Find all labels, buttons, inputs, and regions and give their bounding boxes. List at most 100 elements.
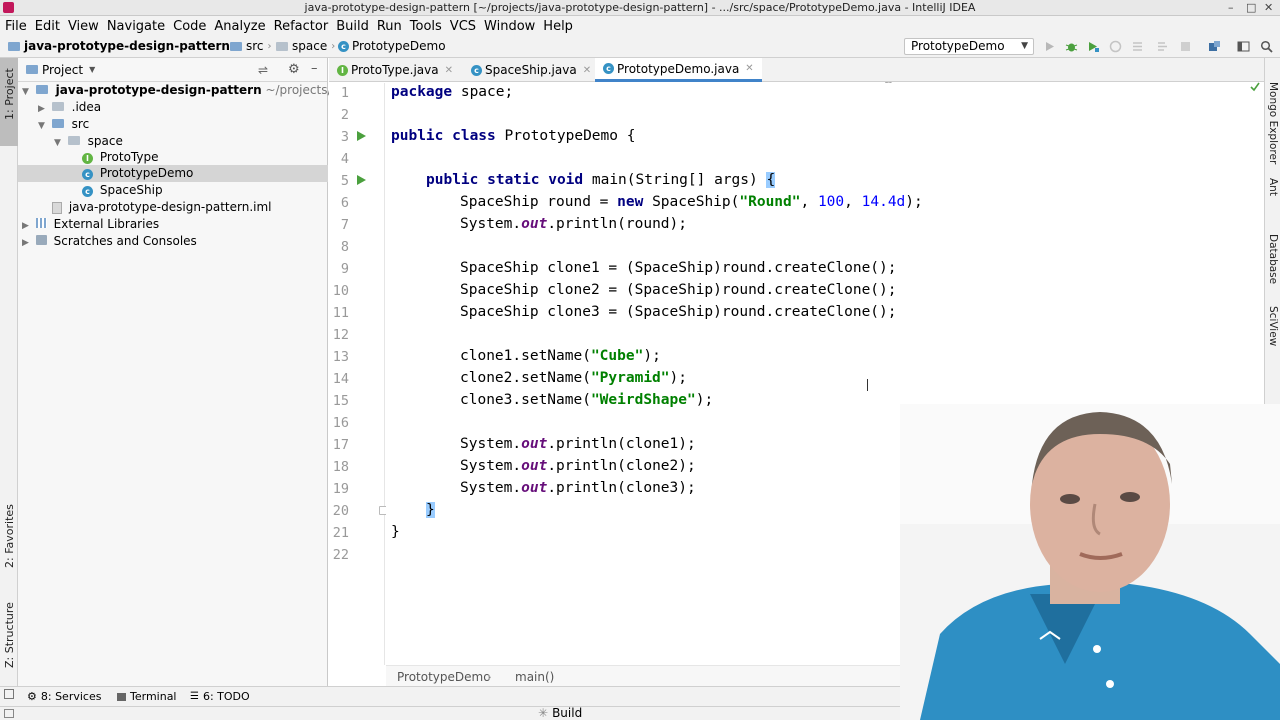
presenter-video-image — [900, 404, 1280, 720]
mongo-explorer-tool-tab[interactable]: Mongo Explorer — [1267, 82, 1279, 164]
tab-label: SpaceShip.java — [485, 63, 577, 77]
tab-prototypedemo-java[interactable]: c PrototypeDemo.java ✕ — [595, 58, 762, 82]
structure-tool-tab[interactable]: Z: Structure — [3, 602, 16, 668]
chevron-right-icon: › — [487, 670, 492, 684]
menu-run[interactable]: Run — [377, 19, 402, 34]
todo-label: 6: TODO — [202, 690, 250, 703]
close-tab-icon[interactable]: ✕ — [583, 65, 591, 76]
package-icon — [276, 41, 288, 51]
line-number: 1 — [340, 85, 349, 101]
code-line-5: public static void main(String[] args) { — [426, 172, 776, 188]
database-tool-tab[interactable]: Database — [1267, 234, 1279, 284]
code-line-19: System.out.println(clone3); — [460, 480, 696, 496]
status-toggle-icon[interactable] — [4, 709, 14, 718]
menu-help[interactable]: Help — [543, 19, 573, 34]
menu-build[interactable]: Build — [336, 19, 369, 34]
menu-window[interactable]: Window — [484, 19, 535, 34]
nav-crumb-space[interactable]: space › — [276, 39, 339, 53]
tree-item-src[interactable]: ▼ src — [18, 116, 328, 133]
project-panel-title[interactable]: Project — [42, 63, 83, 77]
code-text: ); — [669, 370, 687, 386]
terminal-tool-tab[interactable]: Terminal — [117, 690, 177, 703]
close-tab-icon[interactable]: ✕ — [745, 63, 753, 74]
tree-item-space[interactable]: ▼ space — [18, 133, 328, 150]
nav-crumb-project[interactable]: java-prototype-design-pattern › — [8, 39, 242, 53]
sciview-tool-tab[interactable]: SciView — [1267, 306, 1279, 346]
menu-analyze[interactable]: Analyze — [214, 19, 265, 34]
services-tool-tab[interactable]: ⚙ 8: Services — [27, 690, 101, 703]
code-text: System. — [460, 458, 522, 474]
attach-debugger-icon[interactable] — [1156, 40, 1169, 53]
menu-vcs[interactable]: VCS — [450, 19, 476, 34]
tab-prototype-java[interactable]: I ProtoType.java ✕ — [329, 58, 461, 82]
maximize-button[interactable]: □ — [1246, 1, 1256, 14]
profile-icon[interactable] — [1109, 40, 1122, 53]
run-main-gutter-icon[interactable] — [357, 175, 366, 185]
menu-navigate[interactable]: Navigate — [107, 19, 165, 34]
scratches-icon — [35, 235, 47, 245]
collapse-all-icon[interactable]: ⇌ — [258, 63, 268, 77]
minimize-button[interactable]: – — [1228, 1, 1234, 14]
run-configuration-select[interactable]: PrototypeDemo ▼ — [904, 38, 1034, 55]
stop-icon[interactable] — [1179, 40, 1192, 53]
tab-label: ProtoType.java — [351, 63, 439, 77]
menu-code[interactable]: Code — [173, 19, 206, 34]
dropdown-arrow-icon[interactable]: ▼ — [89, 65, 95, 74]
code-line-11: SpaceShip clone3 = (SpaceShip)round.crea… — [460, 304, 897, 320]
menu-edit[interactable]: Edit — [35, 19, 60, 34]
line-number: 6 — [340, 195, 349, 211]
debug-icon[interactable] — [1065, 40, 1078, 53]
project-panel: Project ▼ ⇌ ⚙ – ▼ java-prototype-design-… — [18, 58, 332, 686]
line-number: 10 — [332, 283, 349, 299]
code-text: ); — [905, 194, 923, 210]
menu-file[interactable]: File — [5, 19, 27, 34]
tree-item-external-libraries[interactable]: ▶ External Libraries — [18, 216, 328, 233]
ant-tool-tab[interactable]: Ant — [1267, 178, 1279, 196]
run-with-coverage-icon[interactable] — [1087, 40, 1100, 53]
tree-item-prototype[interactable]: I ProtoType — [18, 149, 328, 166]
code-text: clone1.setName( — [460, 348, 591, 364]
close-button[interactable]: ✕ — [1264, 1, 1273, 14]
run-icon[interactable] — [1043, 40, 1056, 53]
build-status[interactable]: ✳ Build — [538, 706, 582, 720]
tree-item-iml[interactable]: java-prototype-design-pattern.iml — [18, 199, 328, 216]
inspection-ok-icon[interactable] — [1250, 82, 1260, 92]
nav-crumb-class[interactable]: c PrototypeDemo — [338, 39, 446, 53]
class-icon: c — [338, 40, 349, 52]
spinner-icon: ✳ — [538, 706, 549, 720]
tab-spaceship-java[interactable]: c SpaceShip.java ✕ — [463, 58, 599, 82]
line-number: 19 — [332, 481, 349, 497]
menu-view[interactable]: View — [68, 19, 99, 34]
gear-icon[interactable]: ⚙ — [288, 62, 300, 77]
run-class-gutter-icon[interactable] — [357, 131, 366, 141]
editor-crumb-class[interactable]: PrototypeDemo — [397, 670, 491, 684]
todo-tool-tab[interactable]: ☰ 6: TODO — [190, 690, 250, 703]
menu-refactor[interactable]: Refactor — [274, 19, 329, 34]
close-tab-icon[interactable]: ✕ — [445, 65, 453, 76]
line-number: 17 — [332, 437, 349, 453]
search-icon[interactable] — [1260, 40, 1273, 53]
concurrency-icon[interactable] — [1131, 40, 1144, 53]
project-tool-tab[interactable]: 1: Project — [0, 58, 18, 146]
tool-windows-icon[interactable] — [4, 689, 14, 699]
editor-crumb-method[interactable]: main() — [515, 670, 554, 684]
tree-item-scratches[interactable]: ▶ Scratches and Consoles — [18, 233, 328, 250]
hide-panel-icon[interactable]: – — [311, 61, 318, 76]
nav-crumb-src[interactable]: src › — [230, 39, 276, 53]
code-line-13: clone1.setName("Cube"); — [460, 348, 661, 364]
code-text: , — [844, 194, 862, 210]
code-text: ); — [695, 392, 714, 408]
tree-item-idea[interactable]: ▶ .idea — [18, 99, 328, 116]
layout-icon[interactable] — [1237, 40, 1250, 53]
code-line-20: } — [426, 502, 435, 518]
build-status-label: Build — [552, 706, 583, 720]
favorites-tool-tab[interactable]: 2: Favorites — [3, 504, 16, 568]
tree-item-prototypedemo[interactable]: c PrototypeDemo — [18, 165, 328, 182]
source-folder-icon — [51, 119, 64, 128]
project-structure-icon[interactable] — [1208, 40, 1221, 53]
keyword: new — [617, 194, 644, 210]
menu-tools[interactable]: Tools — [410, 19, 442, 34]
tree-item-spaceship[interactable]: c SpaceShip — [18, 182, 328, 199]
terminal-icon — [117, 692, 126, 701]
tree-item-project-root[interactable]: ▼ java-prototype-design-pattern ~/projec… — [18, 82, 332, 99]
